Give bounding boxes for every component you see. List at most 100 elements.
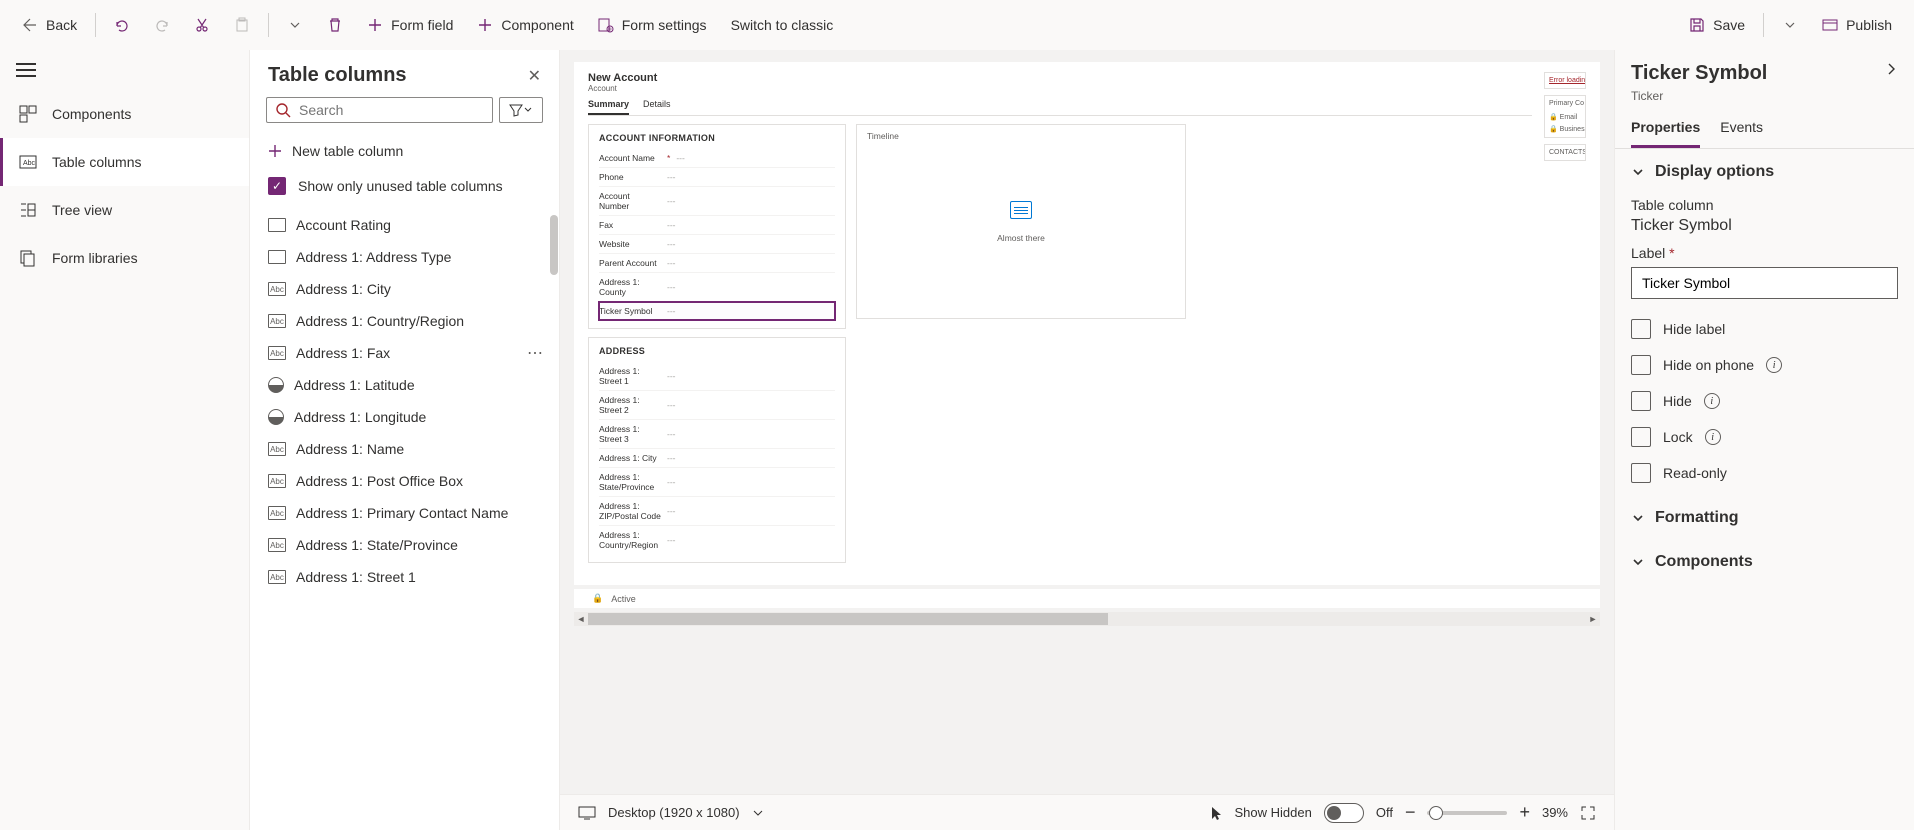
- check-hide-label[interactable]: Hide label: [1631, 311, 1898, 347]
- more-icon[interactable]: ⋯: [527, 343, 545, 363]
- expand-panel-button[interactable]: [1884, 62, 1898, 76]
- info-icon[interactable]: i: [1766, 357, 1782, 373]
- save-dropdown-button[interactable]: [1772, 11, 1808, 39]
- address-field[interactable]: Address 1: Street 3---: [599, 420, 835, 449]
- info-icon[interactable]: i: [1704, 393, 1720, 409]
- label-input[interactable]: [1631, 267, 1898, 299]
- properties-panel: Ticker Symbol Ticker Properties Events D…: [1614, 50, 1914, 830]
- paste-button[interactable]: [224, 11, 260, 39]
- column-item[interactable]: AbcAddress 1: City⋯: [250, 273, 559, 305]
- undo-button[interactable]: [104, 11, 140, 39]
- column-item[interactable]: Address 1: Address Type⋯: [250, 241, 559, 273]
- nav-item-components[interactable]: Components: [0, 90, 249, 138]
- check-lock[interactable]: Lock i: [1631, 419, 1898, 455]
- section-display-options[interactable]: Display options: [1631, 163, 1898, 189]
- check-read-only[interactable]: Read-only: [1631, 455, 1898, 491]
- address-field[interactable]: Address 1: City---: [599, 449, 835, 468]
- search-input-wrapper[interactable]: [266, 97, 493, 123]
- section-address[interactable]: ADDRESS Address 1: Street 1---Address 1:…: [588, 337, 846, 563]
- tab-properties[interactable]: Properties: [1631, 113, 1700, 148]
- publish-button[interactable]: Publish: [1812, 11, 1902, 39]
- back-button[interactable]: Back: [12, 11, 87, 39]
- add-form-field-button[interactable]: Form field: [357, 11, 463, 39]
- nav-item-tree-view[interactable]: Tree view: [0, 186, 249, 234]
- info-icon[interactable]: i: [1705, 429, 1721, 445]
- side-card-primary[interactable]: Primary Co 🔒 Email 🔒 Business: [1544, 95, 1586, 138]
- account-info-field[interactable]: Address 1: County---: [599, 273, 835, 302]
- column-item[interactable]: AbcAddress 1: Primary Contact Name⋯: [250, 497, 559, 529]
- scrollbar-thumb[interactable]: [588, 613, 1108, 625]
- account-info-field[interactable]: Ticker Symbol---: [599, 302, 835, 320]
- column-item[interactable]: AbcAddress 1: Name⋯: [250, 433, 559, 465]
- hamburger-button[interactable]: [16, 63, 36, 77]
- check-hide-on-phone[interactable]: Hide on phone i: [1631, 347, 1898, 383]
- switch-classic-button[interactable]: Switch to classic: [721, 11, 844, 39]
- account-info-field[interactable]: Parent Account---: [599, 254, 835, 273]
- address-field[interactable]: Address 1: Street 2---: [599, 391, 835, 420]
- column-item[interactable]: AbcAddress 1: State/Province⋯: [250, 529, 559, 561]
- new-table-column-button[interactable]: New table column: [250, 133, 559, 169]
- zoom-in-button[interactable]: +: [1519, 802, 1530, 823]
- form-settings-button[interactable]: Form settings: [588, 11, 717, 39]
- nav-item-table-columns[interactable]: Abc Table columns: [0, 138, 249, 186]
- field-label: Ticker Symbol: [599, 306, 661, 316]
- column-item[interactable]: Account Rating⋯: [250, 209, 559, 241]
- field-value: ---: [667, 196, 676, 206]
- column-item[interactable]: Address 1: Longitude⋯: [250, 401, 559, 433]
- account-info-field[interactable]: Phone---: [599, 168, 835, 187]
- top-toolbar: Back Form field: [0, 0, 1914, 50]
- check-hide[interactable]: Hide i: [1631, 383, 1898, 419]
- column-item[interactable]: AbcAddress 1: Fax⋯: [250, 337, 559, 369]
- column-item[interactable]: AbcAddress 1: Country/Region⋯: [250, 305, 559, 337]
- close-panel-button[interactable]: ✕: [528, 66, 541, 86]
- scroll-left-icon[interactable]: ◄: [574, 612, 588, 626]
- scroll-right-icon[interactable]: ►: [1586, 612, 1600, 626]
- search-input[interactable]: [299, 102, 484, 118]
- redo-button[interactable]: [144, 11, 180, 39]
- tab-summary[interactable]: Summary: [588, 99, 629, 115]
- zoom-slider[interactable]: [1427, 811, 1507, 815]
- nav-item-form-libraries[interactable]: Form libraries: [0, 234, 249, 282]
- cut-icon: [194, 17, 210, 33]
- account-info-field[interactable]: Website---: [599, 235, 835, 254]
- section-account-info[interactable]: ACCOUNT INFORMATION Account Name*---Phon…: [588, 124, 846, 329]
- viewport-dropdown[interactable]: [752, 807, 764, 819]
- text-type-icon: Abc: [268, 346, 286, 360]
- account-info-field[interactable]: Account Number ---: [599, 187, 835, 216]
- save-button[interactable]: Save: [1679, 11, 1755, 39]
- column-item[interactable]: AbcAddress 1: Post Office Box⋯: [250, 465, 559, 497]
- account-info-field[interactable]: Fax---: [599, 216, 835, 235]
- side-card-error[interactable]: Error loading: [1544, 72, 1586, 89]
- show-hidden-toggle[interactable]: [1324, 803, 1364, 823]
- fit-screen-button[interactable]: [1580, 805, 1596, 821]
- horizontal-scrollbar[interactable]: ◄ ►: [574, 612, 1600, 626]
- address-field[interactable]: Address 1: Street 1---: [599, 362, 835, 391]
- chevron-down-icon: [1631, 555, 1645, 569]
- column-label: Address 1: Post Office Box: [296, 473, 463, 489]
- form-title: New Account: [588, 72, 1532, 84]
- tab-events[interactable]: Events: [1720, 113, 1763, 148]
- separator: [1763, 13, 1764, 37]
- account-info-field[interactable]: Account Name*---: [599, 149, 835, 168]
- delete-button[interactable]: [317, 11, 353, 39]
- zoom-out-button[interactable]: −: [1405, 802, 1416, 823]
- section-formatting[interactable]: Formatting: [1631, 509, 1898, 535]
- filter-button[interactable]: [499, 97, 543, 123]
- address-field[interactable]: Address 1: Country/Region---: [599, 526, 835, 554]
- side-card-contacts[interactable]: CONTACTS: [1544, 144, 1586, 161]
- address-field[interactable]: Address 1: ZIP/Postal Code---: [599, 497, 835, 526]
- address-field[interactable]: Address 1: State/Province---: [599, 468, 835, 497]
- search-icon: [275, 102, 291, 118]
- column-item[interactable]: Address 1: Latitude⋯: [250, 369, 559, 401]
- tab-details[interactable]: Details: [643, 99, 671, 115]
- section-components[interactable]: Components: [1631, 553, 1898, 579]
- cut-button[interactable]: [184, 11, 220, 39]
- field-label: Account Number: [599, 191, 661, 211]
- add-component-button[interactable]: Component: [467, 11, 583, 39]
- nav-rail: Components Abc Table columns Tree view F…: [0, 50, 250, 830]
- timeline-section[interactable]: Timeline Almost there: [856, 124, 1186, 319]
- paste-dropdown-button[interactable]: [277, 11, 313, 39]
- checkbox-icon: [1631, 355, 1651, 375]
- show-unused-checkbox[interactable]: ✓ Show only unused table columns: [250, 169, 559, 209]
- column-item[interactable]: AbcAddress 1: Street 1⋯: [250, 561, 559, 593]
